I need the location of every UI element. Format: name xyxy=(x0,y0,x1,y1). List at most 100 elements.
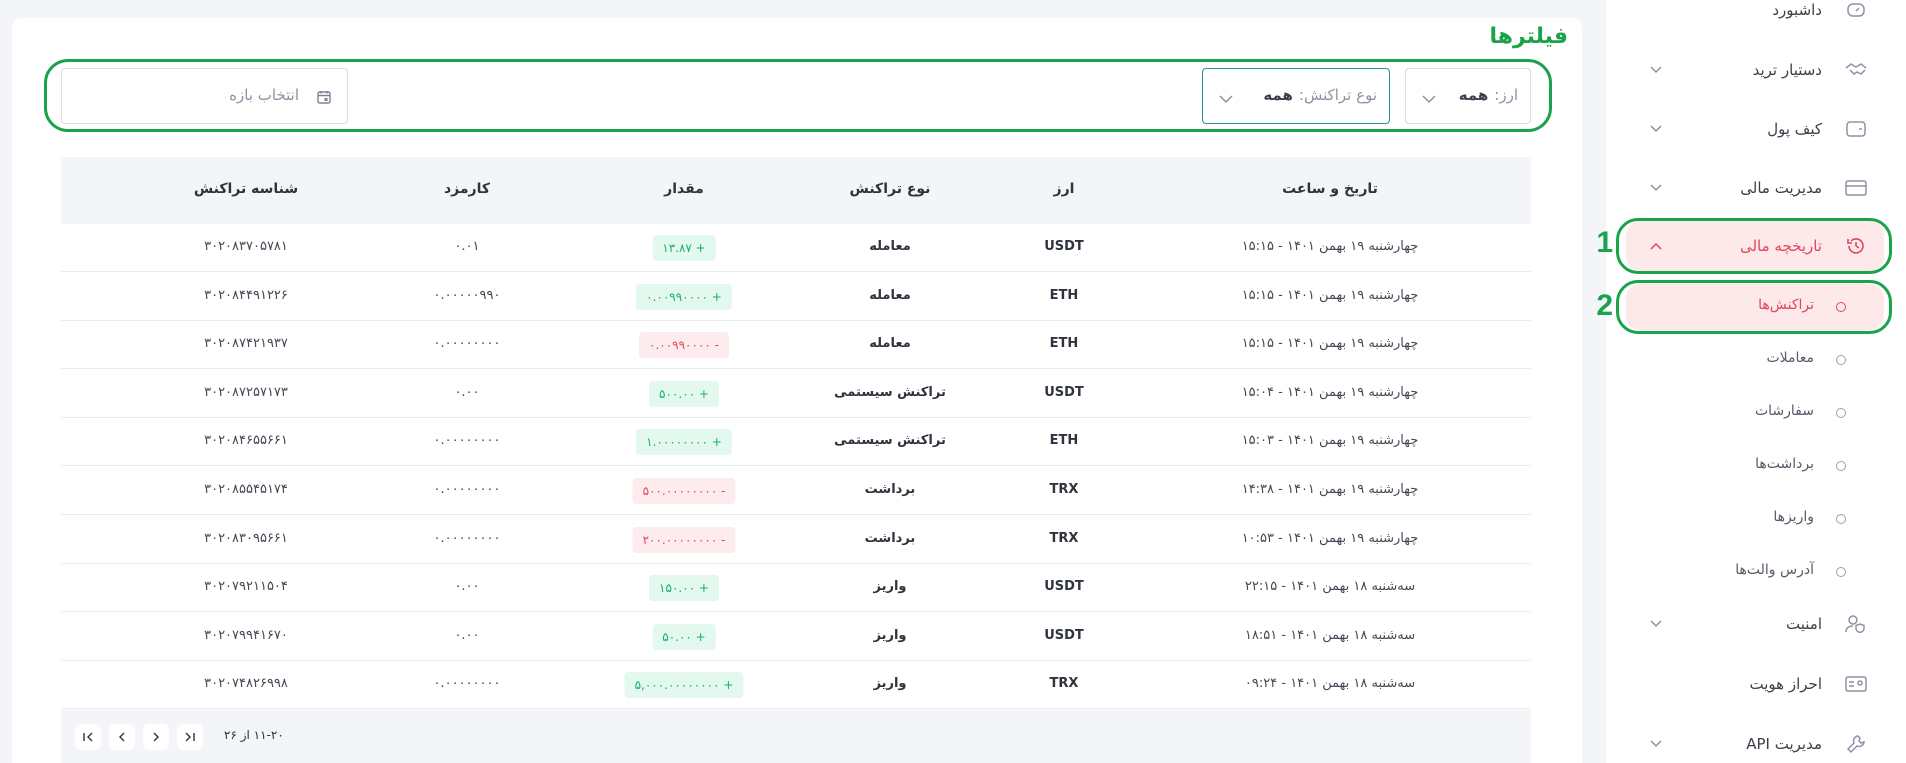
cell-type: برداشت xyxy=(864,530,916,546)
table-row[interactable]: چهارشنبه ۱۹ بهمن ۱۴۰۱ - ۱۵:۱۵ USDT معامله +… xyxy=(61,224,1531,272)
cell-fee: ۰.۰۰۰۰۰۹۹۰ xyxy=(433,287,501,303)
cell-currency: USDT xyxy=(1044,384,1084,400)
calendar-icon xyxy=(317,89,331,108)
cell-type: معامله xyxy=(869,336,911,352)
chevron-down-icon xyxy=(1648,736,1664,752)
cell-fee: ۰.۰۰ xyxy=(454,627,480,643)
cell-currency: TRX xyxy=(1049,676,1079,692)
table-row[interactable]: سه‌شنبه ۱۸ بهمن ۱۴۰۱ - ۰۹:۲۴ TRX واریز + ۵,… xyxy=(61,661,1531,710)
circle-icon xyxy=(1836,514,1846,524)
table-row[interactable]: چهارشنبه ۱۹ بهمن ۱۴۰۱ - ۱۴:۳۸ TRX برداشت - … xyxy=(61,467,1531,515)
transaction-type-filter-select[interactable]: نوع تراکنش:همه xyxy=(1202,68,1390,124)
cell-datetime: چهارشنبه ۱۹ بهمن ۱۴۰۱ - ۱۵:۰۳ xyxy=(1241,433,1419,449)
table-row[interactable]: سه‌شنبه ۱۸ بهمن ۱۴۰۱ - ۲۲:۱۵ USDT واریز + ۱… xyxy=(61,564,1531,613)
cell-fee: ۰.۰۰۰۰۰۰۰۰ xyxy=(433,433,501,449)
amount-badge: + ۱۵۰.۰۰ xyxy=(649,575,719,602)
table-header: تاریخ و ساعت ارز نوع تراکنش مقدار کارمزد… xyxy=(61,157,1531,224)
table-footer: ۱۱-۲۰ از ۲۶ xyxy=(61,710,1531,763)
chevron-down-icon xyxy=(1422,89,1436,108)
circle-icon xyxy=(1836,355,1846,365)
next-page-button[interactable] xyxy=(109,724,135,750)
cell-fee: ۰.۰۰۰۰۰۰۰۰ xyxy=(433,676,501,692)
cell-currency: ETH xyxy=(1049,336,1079,352)
cell-fee: ۰.۰۱ xyxy=(454,239,480,254)
cell-currency: ETH xyxy=(1049,433,1079,449)
id-card-icon xyxy=(1844,672,1868,696)
cell-fee: ۰.۰۰۰۰۰۰۰۰ xyxy=(433,530,501,546)
previous-page-button[interactable] xyxy=(143,724,169,750)
cell-fee: ۰.۰۰ xyxy=(454,384,480,400)
column-header-datetime[interactable]: تاریخ و ساعت xyxy=(1282,181,1378,197)
sidebar-subitem-wallet-addresses[interactable]: آدرس والت‌ها xyxy=(1606,548,1906,596)
sidebar-item-security[interactable]: امنیت xyxy=(1606,598,1906,650)
cell-txid: ۳۰۲۰۸۴۴۹۱۲۲۶ xyxy=(204,287,288,303)
column-header-txid[interactable]: شناسه تراکنش xyxy=(194,181,298,197)
sidebar-item-trade-assistant[interactable]: دستیار ترید xyxy=(1606,44,1906,96)
circle-icon xyxy=(1836,461,1846,471)
cell-datetime: چهارشنبه ۱۹ بهمن ۱۴۰۱ - ۱۰:۵۳ xyxy=(1241,530,1419,546)
highlight-box-history xyxy=(1616,218,1892,274)
last-page-icon xyxy=(83,732,93,742)
chevron-down-icon xyxy=(1648,62,1664,78)
step-marker-1: 1 xyxy=(1596,226,1613,259)
cell-txid: ۳۰۲۰۷۹۹۴۱۶۷۰ xyxy=(204,627,288,643)
cell-currency: ETH xyxy=(1049,287,1079,303)
last-page-button[interactable] xyxy=(75,724,101,750)
dashboard-icon xyxy=(1844,0,1868,22)
user-shield-icon xyxy=(1844,612,1868,636)
table-row[interactable]: سه‌شنبه ۱۸ بهمن ۱۴۰۱ - ۱۸:۵۱ USDT واریز + ۵… xyxy=(61,613,1531,661)
sidebar-subitem-deposits[interactable]: واریزها xyxy=(1606,495,1906,543)
currency-filter-select[interactable]: ارز:همه xyxy=(1405,68,1531,124)
circle-icon xyxy=(1836,408,1846,418)
amount-badge: + ۵۰.۰۰ xyxy=(652,623,716,650)
sidebar-subitem-orders[interactable]: سفارشات xyxy=(1606,389,1906,437)
cell-txid: ۳۰۲۰۸۴۶۵۵۶۶۱ xyxy=(204,433,288,449)
amount-badge: + ۰.۰۰۹۹۰۰۰۰ xyxy=(636,283,732,310)
step-marker-2: 2 xyxy=(1596,289,1613,322)
sidebar-item-api-management[interactable]: مدیریت API xyxy=(1606,718,1906,763)
table-row[interactable]: چهارشنبه ۱۹ بهمن ۱۴۰۱ - ۱۵:۰۳ ETH تراکنش س… xyxy=(61,418,1531,467)
column-header-fee[interactable]: کارمزد xyxy=(444,181,490,197)
highlight-box-transactions xyxy=(1616,280,1892,334)
cell-type: واریز xyxy=(873,627,907,643)
chevron-right-icon xyxy=(153,732,159,742)
cell-type: واریز xyxy=(873,676,907,692)
sidebar-item-wallet[interactable]: کیف پول xyxy=(1606,103,1906,155)
chevron-left-icon xyxy=(119,732,125,742)
sidebar: داشبورد دستیار ترید کیف پول مدیریت مالی … xyxy=(1596,0,1906,763)
column-header-amount[interactable]: مقدار xyxy=(664,181,704,197)
table-row[interactable]: چهارشنبه ۱۹ بهمن ۱۴۰۱ - ۱۵:۱۵ ETH معامله - … xyxy=(61,321,1531,370)
circle-icon xyxy=(1836,567,1846,577)
sidebar-item-kyc[interactable]: احراز هویت xyxy=(1606,658,1906,710)
amount-badge: - ۲۰۰.۰۰۰۰۰۰۰۰ xyxy=(632,526,736,553)
sidebar-subitem-trades[interactable]: معاملات xyxy=(1606,336,1906,384)
amount-badge: + ۱۳.۸۷ xyxy=(652,235,716,261)
wallet-icon xyxy=(1844,117,1868,141)
chevron-down-icon xyxy=(1648,121,1664,137)
sidebar-subitem-withdrawals[interactable]: برداشت‌ها xyxy=(1606,442,1906,490)
column-header-type[interactable]: نوع تراکنش xyxy=(850,181,931,197)
chevron-down-icon xyxy=(1648,180,1664,196)
first-page-icon xyxy=(185,732,195,742)
date-range-input[interactable]: انتخاب بازه xyxy=(61,68,348,124)
table-row[interactable]: چهارشنبه ۱۹ بهمن ۱۴۰۱ - ۱۵:۰۴ USDT تراکنش … xyxy=(61,370,1531,418)
sidebar-item-financial-management[interactable]: مدیریت مالی xyxy=(1606,162,1906,214)
cell-currency: TRX xyxy=(1049,482,1079,497)
cell-datetime: سه‌شنبه ۱۸ بهمن ۱۴۰۱ - ۰۹:۲۴ xyxy=(1244,676,1416,692)
cell-type: معامله xyxy=(869,239,911,254)
cell-currency: USDT xyxy=(1044,627,1084,643)
column-header-currency[interactable]: ارز xyxy=(1054,181,1075,197)
first-page-button[interactable] xyxy=(177,724,203,750)
cell-type: برداشت xyxy=(864,482,916,497)
handshake-icon xyxy=(1844,58,1868,82)
table-row[interactable]: چهارشنبه ۱۹ بهمن ۱۴۰۱ - ۱۵:۱۵ ETH معامله + … xyxy=(61,273,1531,321)
cell-txid: ۳۰۲۰۸۳۷۰۵۷۸۱ xyxy=(204,239,288,254)
cell-txid: ۳۰۲۰۸۷۲۵۷۱۷۳ xyxy=(204,384,288,400)
chevron-down-icon xyxy=(1219,89,1233,108)
table-row[interactable]: چهارشنبه ۱۹ بهمن ۱۴۰۱ - ۱۰:۵۳ TRX برداشت - … xyxy=(61,516,1531,564)
cell-fee: ۰.۰۰۰۰۰۰۰۰ xyxy=(433,482,501,497)
chevron-down-icon xyxy=(1648,616,1664,632)
cell-datetime: چهارشنبه ۱۹ بهمن ۱۴۰۱ - ۱۵:۱۵ xyxy=(1241,239,1419,254)
cell-datetime: سه‌شنبه ۱۸ بهمن ۱۴۰۱ - ۲۲:۱۵ xyxy=(1244,579,1416,595)
sidebar-item-dashboard[interactable]: داشبورد xyxy=(1606,0,1906,36)
